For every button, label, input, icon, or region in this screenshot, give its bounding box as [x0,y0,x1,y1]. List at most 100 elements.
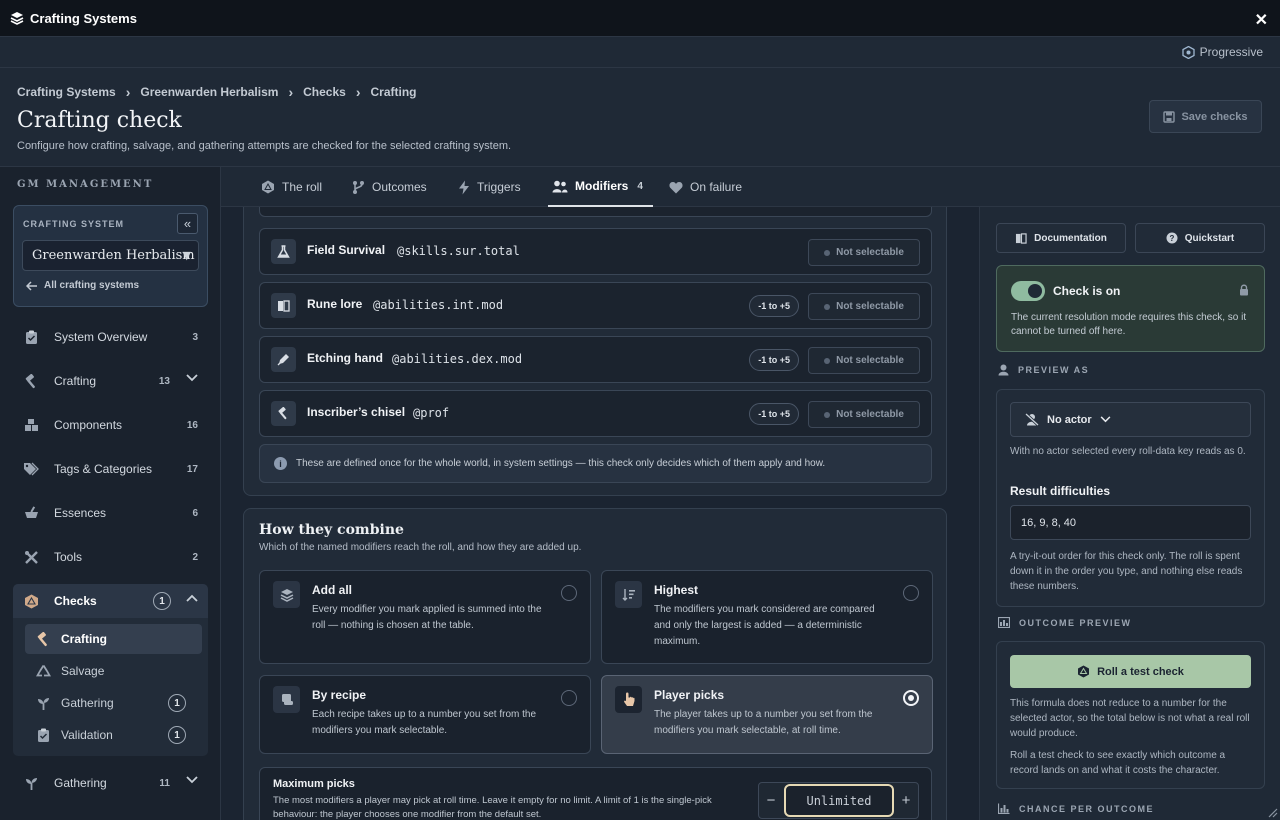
users-icon [552,180,568,193]
selectable-toggle[interactable]: Not selectable [808,347,920,374]
save-button[interactable]: Save checks [1149,100,1262,133]
chevron-down-icon[interactable] [186,374,198,382]
option-player-picks[interactable]: Player picks The player takes up to a nu… [601,675,933,754]
tab-label: The roll [282,180,323,194]
preview-as-heading: PREVIEW AS [998,364,1089,376]
sidebar-item-components[interactable]: Components 16 [13,407,208,443]
resize-handle-icon[interactable] [1266,806,1278,818]
outcome-note: Roll a test check to see exactly which o… [1010,750,1226,776]
all-systems-link[interactable]: All crafting systems [26,280,139,291]
sidebar-subitem-salvage[interactable]: Salvage [25,656,202,686]
max-picks-input[interactable]: Unlimited [784,784,894,817]
combine-subtitle: Which of the named modifiers reach the r… [259,542,582,553]
modifier-row[interactable]: Field Survival @skills.sur.total Not sel… [259,228,932,275]
chevron-down-icon [1100,416,1111,423]
actor-note: With no actor selected every roll-data k… [1010,446,1246,457]
tab-modifiers[interactable]: Modifiers 4 [548,167,653,207]
crafting-system-select[interactable]: Greenwarden Herbalism ▼ [22,240,199,271]
collapse-sidebar-icon[interactable]: « [177,213,198,234]
modifier-name: Inscriber’s chisel [307,405,406,419]
tab-the-roll[interactable]: The roll [257,167,326,207]
tab-triggers[interactable]: Triggers [454,167,525,207]
modifier-row[interactable]: Etching hand @abilities.dex.mod -1 to +5… [259,336,932,383]
option-radio[interactable] [903,585,919,601]
bar-chart-icon [998,803,1010,814]
check-toggle[interactable] [1011,281,1045,301]
check-on-card: Check is on The current resolution mode … [996,265,1265,352]
sidebar-item-essences[interactable]: Essences 6 [13,495,208,531]
sidebar-item-label: Tools [54,550,83,564]
status-dot [824,411,831,418]
actor-select[interactable]: No actor [1010,402,1251,437]
status-dot [824,357,831,364]
sidebar-item-label: Checks [54,594,97,608]
option-radio[interactable] [561,690,577,706]
svg-text:?: ? [1169,234,1174,243]
item-count: 1 [153,592,171,610]
chevron-up-icon[interactable] [186,594,198,602]
item-count: 2 [192,551,198,563]
chevron-down-icon[interactable] [186,776,198,784]
outcome-preview-heading: OUTCOME PREVIEW [998,617,1132,628]
sidebar-item-label: Crafting [54,374,97,388]
pen-icon [271,347,296,372]
sidebar-item-crafting[interactable]: Crafting 13 [13,363,208,399]
mode-label: Progressive [1199,45,1263,59]
option-by-recipe[interactable]: By recipe Each recipe takes up to a numb… [259,675,591,754]
selectable-toggle[interactable]: Not selectable [808,401,920,428]
result-difficulties-label: Result difficulties [1010,484,1111,498]
roll-test-check-button[interactable]: Roll a test check [1010,655,1251,688]
branch-icon [352,180,365,194]
sidebar-subitem-validation[interactable]: Validation 1 [25,720,202,750]
modifier-row[interactable]: Inscriber’s chisel @prof -1 to +5 Not se… [259,390,932,437]
modifier-row-partial [259,207,932,217]
item-count: 3 [192,331,198,343]
decrement-button[interactable]: − [759,783,783,818]
modifier-range: -1 to +5 [749,403,799,425]
selectable-label: Not selectable [836,355,904,366]
max-picks-stepper[interactable]: − Unlimited + [758,782,919,819]
chevron-right-icon: › [288,84,294,100]
tab-label: Triggers [477,180,521,194]
sidebar-item-tags-categories[interactable]: Tags & Categories 17 [13,451,208,487]
modifier-formula: @skills.sur.total [397,244,520,258]
user-slash-icon [1025,413,1039,426]
selectable-toggle[interactable]: Not selectable [808,293,920,320]
arrow-left-icon [26,280,38,291]
combine-card: How they combine Which of the named modi… [243,508,947,820]
breadcrumb-item[interactable]: Greenwarden Herbalism [140,85,278,99]
lock-icon [1239,284,1249,296]
subitem-label: Gathering [61,696,114,710]
option-highest[interactable]: Highest The modifiers you mark considere… [601,570,933,664]
option-desc: The modifiers you mark considered are co… [654,604,875,647]
page-title: Crafting check [17,108,182,133]
sidebar-item-checks[interactable]: Checks 1 [13,583,208,619]
tab-label: On failure [690,180,743,194]
tab-on-failure[interactable]: On failure [665,167,746,207]
sidebar-item-system-overview[interactable]: System Overview 3 [13,319,208,355]
option-radio[interactable] [903,690,919,706]
documentation-button[interactable]: Documentation [996,223,1126,253]
sidebar-subitem-gathering[interactable]: Gathering 1 [25,688,202,718]
option-radio[interactable] [561,585,577,601]
sidebar-item-gathering[interactable]: Gathering 11 [13,765,208,801]
option-add-all[interactable]: Add all Every modifier you mark applied … [259,570,591,664]
modifier-row[interactable]: Rune lore @abilities.int.mod -1 to +5 No… [259,282,932,329]
modifier-formula: @prof [413,406,450,420]
tab-outcomes[interactable]: Outcomes [348,167,431,207]
modifier-formula: @abilities.int.mod [373,298,504,312]
clipboard-check-icon [35,727,51,743]
result-difficulties-input[interactable]: 16, 9, 8, 40 [1010,505,1251,540]
modifier-name: Etching hand [307,351,383,365]
breadcrumb-item: Crafting [370,85,417,99]
increment-button[interactable]: + [894,783,918,818]
selectable-toggle[interactable]: Not selectable [808,239,920,266]
mode-indicator[interactable]: Progressive [1181,45,1263,59]
sidebar-item-tools[interactable]: Tools 2 [13,539,208,575]
breadcrumb-item[interactable]: Checks [303,85,346,99]
quickstart-button[interactable]: ? Quickstart [1135,223,1265,253]
close-icon[interactable]: ✕ [1255,10,1268,30]
sidebar-subitem-crafting[interactable]: Crafting [25,624,202,654]
tools-icon [23,549,39,565]
breadcrumb-item[interactable]: Crafting Systems [17,85,116,99]
